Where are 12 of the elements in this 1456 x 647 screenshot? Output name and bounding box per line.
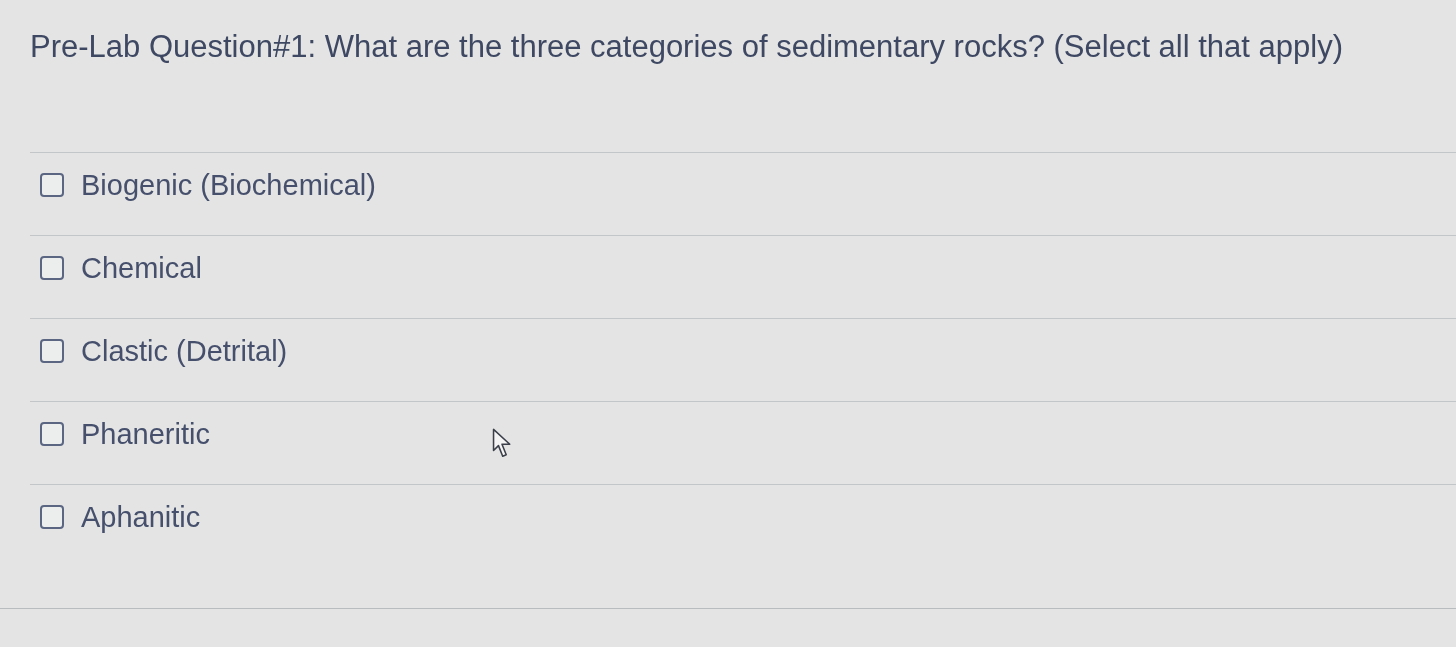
question-title: Pre-Lab Question#1: What are the three categories of sedimentary rocks? (Select all that apply): [30, 28, 1343, 66]
option-label[interactable]: Phaneritic: [81, 413, 210, 455]
checkbox[interactable]: [40, 256, 64, 280]
option-label[interactable]: Chemical: [81, 247, 202, 289]
mouse-pointer-icon: [492, 428, 512, 459]
option-label[interactable]: Aphanitic: [81, 496, 201, 538]
checkbox[interactable]: [40, 505, 64, 529]
checkbox[interactable]: [40, 422, 64, 446]
checkbox[interactable]: [40, 339, 64, 363]
option-label[interactable]: Biogenic (Biochemical): [81, 164, 376, 206]
option-label[interactable]: Clastic (Detrital): [81, 330, 288, 372]
checkbox[interactable]: [40, 173, 64, 197]
